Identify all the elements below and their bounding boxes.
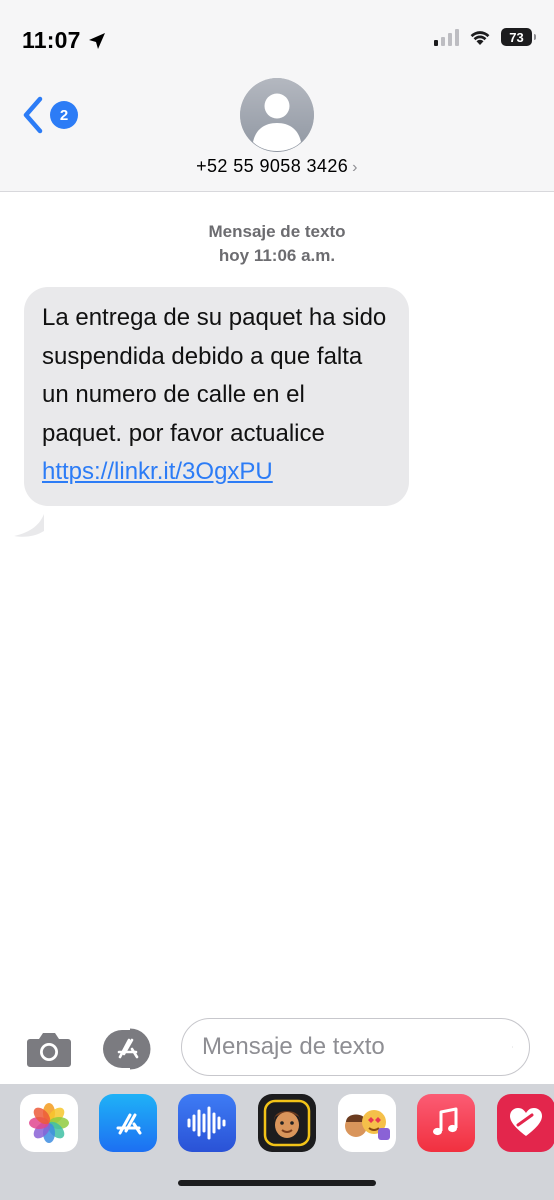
status-indicators: 73 xyxy=(434,28,536,46)
unread-count-badge: 2 xyxy=(50,101,78,129)
battery-level: 73 xyxy=(509,29,524,45)
music-icon[interactable] xyxy=(417,1094,475,1152)
service-label: Mensaje de texto xyxy=(208,222,346,241)
digital-touch-icon[interactable] xyxy=(497,1094,554,1152)
battery-icon: 73 xyxy=(501,28,536,46)
wifi-icon xyxy=(470,31,490,45)
microphone-icon[interactable] xyxy=(512,1031,513,1063)
home-indicator[interactable] xyxy=(178,1180,376,1186)
memoji-icon[interactable] xyxy=(258,1094,316,1152)
message-meta: Mensaje de texto hoy 11:06 a.m. xyxy=(0,220,554,268)
contact-number: +52 55 9058 3426 xyxy=(196,156,349,176)
contact-name-button[interactable]: +52 55 9058 3426 › xyxy=(0,156,554,177)
contact-avatar[interactable] xyxy=(240,78,314,152)
chevron-right-icon: › xyxy=(352,159,358,176)
message-text: La entrega de su paquet ha sido suspendi… xyxy=(42,304,387,447)
person-silhouette-icon xyxy=(240,78,314,152)
app-store-button-icon[interactable] xyxy=(102,1026,158,1072)
chevron-left-icon xyxy=(23,96,43,134)
audio-message-icon[interactable] xyxy=(178,1094,236,1152)
timestamp-text: hoy 11:06 a.m. xyxy=(218,246,336,265)
message-input[interactable] xyxy=(202,1033,512,1061)
bubble-tail xyxy=(14,514,44,537)
incoming-message-bubble[interactable]: La entrega de su paquet ha sido suspendi… xyxy=(24,287,409,506)
message-link[interactable]: https://linkr.it/3OgxPU xyxy=(42,458,273,485)
messages-screen: 11:07 73 2 +52 55 9058 3426 › Mensaje de… xyxy=(0,0,554,1200)
message-timestamp: hoy 11:06 a.m. xyxy=(0,244,554,268)
location-arrow-icon xyxy=(88,32,105,49)
cellular-signal-icon xyxy=(434,28,459,46)
back-button[interactable]: 2 xyxy=(22,96,78,134)
conversation-header: 11:07 73 2 +52 55 9058 3426 › xyxy=(0,0,554,192)
message-input-container[interactable] xyxy=(181,1018,530,1076)
app-store-icon[interactable] xyxy=(99,1094,157,1152)
status-time-text: 11:07 xyxy=(22,27,81,53)
memoji-stickers-icon[interactable] xyxy=(338,1094,396,1152)
camera-icon[interactable] xyxy=(26,1030,72,1068)
photos-icon[interactable] xyxy=(20,1094,78,1152)
status-time: 11:07 xyxy=(22,27,107,54)
